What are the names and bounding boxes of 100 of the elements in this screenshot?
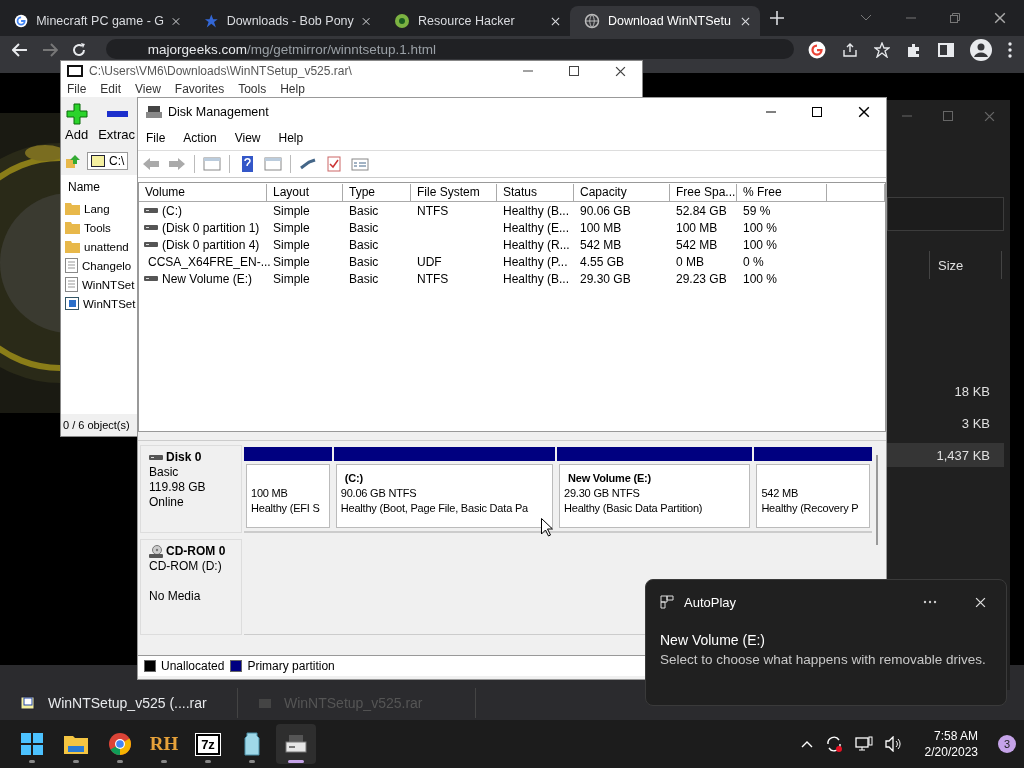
- chevron-icon[interactable]: [860, 14, 872, 22]
- table-cell-text: 0 %: [742, 254, 765, 269]
- notification-badge[interactable]: 3: [998, 735, 1016, 753]
- address-field[interactable]: [887, 197, 1004, 231]
- column-header[interactable]: Type: [343, 183, 411, 201]
- window-title: Disk Management: [168, 105, 270, 119]
- maximize-icon[interactable]: [812, 107, 822, 117]
- document-icon: [65, 277, 78, 292]
- menu-icon[interactable]: [1008, 42, 1012, 58]
- column-header[interactable]: % Free: [737, 183, 827, 201]
- folder-icon: [64, 734, 88, 754]
- disk-label[interactable]: Disk 0 Basic 119.98 GB Online: [140, 445, 242, 533]
- table-cell-text: NTFS: [416, 271, 450, 286]
- globe-icon: [584, 13, 600, 29]
- table-cell-text: 90.06 GB: [579, 203, 632, 218]
- close-icon[interactable]: [615, 65, 626, 77]
- taskbar-app[interactable]: [276, 724, 316, 764]
- column-header[interactable]: Capacity: [574, 183, 670, 201]
- column-header[interactable]: Status: [497, 183, 574, 201]
- chrome-icon: [109, 733, 131, 755]
- file-size[interactable]: 1,437 KB: [887, 443, 1004, 467]
- menu-item[interactable]: File: [67, 82, 87, 96]
- menu-item[interactable]: File: [146, 131, 166, 145]
- menu-item[interactable]: Action: [183, 131, 217, 145]
- archive-entry[interactable]: Lang: [65, 199, 138, 218]
- column-header[interactable]: File System: [411, 183, 497, 201]
- archive-entry[interactable]: Changelo: [65, 256, 138, 275]
- drive-entry[interactable]: (C:): [139, 203, 267, 218]
- menu-item[interactable]: Favorites: [174, 82, 225, 96]
- archive-entry[interactable]: Tools: [65, 218, 138, 237]
- status-text: 0 / 6 object(s): [62, 418, 131, 433]
- archive-entry[interactable]: WinNTSet: [65, 294, 138, 313]
- menu-item[interactable]: Help: [280, 82, 305, 96]
- table-cell-text: 29.23 GB: [675, 271, 728, 286]
- close-icon[interactable]: [858, 106, 870, 118]
- partition-block[interactable]: 100 MB Healthy (EFI S: [246, 464, 330, 528]
- network-icon[interactable]: [854, 736, 873, 752]
- more-icon[interactable]: [923, 600, 937, 604]
- drive-entry[interactable]: (Disk 0 partition 4): [139, 237, 267, 252]
- toolbar-button[interactable]: Extrac: [98, 103, 135, 147]
- path-field[interactable]: C:\: [87, 152, 129, 170]
- puzzle-icon[interactable]: [906, 42, 922, 58]
- column-header[interactable]: Volume: [139, 183, 267, 201]
- drive-entry[interactable]: (Disk 0 partition 1): [139, 220, 267, 235]
- app-name: AutoPlay: [684, 594, 738, 610]
- menu-item[interactable]: Edit: [100, 82, 122, 96]
- browser-tab[interactable]: Minecraft PC game - G: [0, 6, 190, 36]
- table-cell-text: NTFS: [416, 203, 450, 218]
- column-header[interactable]: Name: [65, 175, 138, 199]
- close-icon[interactable]: [994, 12, 1006, 24]
- drive-entry[interactable]: New Volume (E:): [139, 271, 267, 286]
- up-folder-icon[interactable]: [65, 153, 81, 169]
- menu-item[interactable]: Tools: [238, 82, 267, 96]
- reload-icon[interactable]: [71, 43, 86, 57]
- connect-icon[interactable]: [299, 156, 317, 172]
- browser-tab[interactable]: Download WinNTSetu: [570, 6, 760, 36]
- column-header[interactable]: Free Spa...: [670, 183, 737, 201]
- taskbar-app[interactable]: 7z: [188, 724, 228, 764]
- partition-block[interactable]: 542 MB Healthy (Recovery P: [756, 464, 870, 528]
- column-header[interactable]: Layout: [267, 183, 343, 201]
- archive-entry[interactable]: WinNTSet: [65, 275, 138, 294]
- table-cell-text: Basic: [348, 271, 380, 286]
- partition-block[interactable]: (C:) 90.06 GB NTFS Healthy (Boot, Page File, Basic Data Pa: [335, 464, 553, 528]
- table-cell-text: Simple: [272, 271, 311, 286]
- chevron-up-icon[interactable]: [800, 740, 813, 748]
- checklist-icon[interactable]: [325, 156, 343, 172]
- menu-item[interactable]: View: [135, 82, 161, 96]
- window-title: C:\Users\VM6\Downloads\WinNTSetup_v525.rar\: [89, 64, 353, 78]
- menu-item[interactable]: View: [234, 131, 261, 145]
- disk-management-icon: [146, 105, 162, 119]
- profile-icon[interactable]: [970, 39, 992, 61]
- sync-icon[interactable]: [824, 735, 843, 753]
- volume-icon[interactable]: [884, 736, 903, 752]
- notification-message[interactable]: Select to choose what happens with removable drives.: [660, 651, 986, 669]
- sidebar-icon[interactable]: [938, 42, 954, 58]
- file-size[interactable]: 3 KB: [887, 411, 1004, 435]
- google-icon[interactable]: [808, 41, 826, 59]
- clock[interactable]: 7:58 AM 2/20/2023: [924, 729, 978, 759]
- share-icon[interactable]: [842, 42, 858, 58]
- maximize-icon[interactable]: [569, 66, 579, 76]
- table-cell-text: 0 MB: [675, 254, 705, 269]
- file-size[interactable]: 18 KB: [887, 379, 1004, 403]
- menu-item[interactable]: Help: [278, 131, 304, 145]
- back-icon[interactable]: [12, 43, 28, 57]
- column-header[interactable]: Size: [929, 251, 1002, 279]
- toolbar-button[interactable]: Add: [65, 103, 89, 147]
- star-icon[interactable]: [874, 42, 890, 58]
- browser-tab[interactable]: Resource Hacker: [380, 6, 570, 36]
- disk-label[interactable]: CD-ROM 0 CD-ROM (D:) No Media: [140, 539, 242, 635]
- new-tab-icon[interactable]: [770, 11, 784, 25]
- forward-icon[interactable]: [41, 43, 58, 57]
- partition-block[interactable]: New Volume (E:) 29.30 GB NTFS Healthy (Basic Data Partition): [559, 464, 751, 528]
- restore-icon[interactable]: [950, 13, 960, 23]
- address-bar[interactable]: majorgeeks.com/mg/getmirror/winntsetup.1.html: [105, 39, 794, 59]
- table-cell-text: 100 MB: [675, 220, 719, 235]
- taskbar-app[interactable]: RH: [144, 724, 184, 764]
- plus-icon[interactable]: [65, 103, 88, 125]
- archive-entry[interactable]: unattend: [65, 237, 138, 256]
- download-item[interactable]: WinNTSetup_v525 (....rar: [0, 688, 238, 718]
- browser-tab[interactable]: Downloads - Bob Pony: [190, 6, 380, 36]
